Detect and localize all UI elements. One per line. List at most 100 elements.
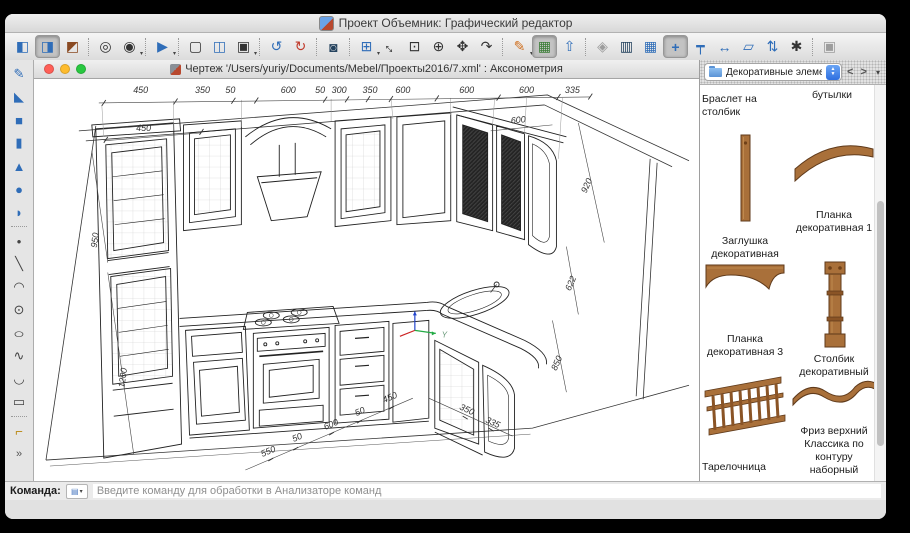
rectangle-icon[interactable]: ▭ bbox=[8, 391, 30, 413]
select-stepper-icon[interactable]: ▲▼ bbox=[826, 65, 840, 80]
camera-icon[interactable]: ◉▾ bbox=[118, 36, 141, 57]
viewport-icon[interactable]: ◙ bbox=[322, 36, 345, 57]
save-all-icon[interactable]: ▣ bbox=[818, 36, 841, 57]
library-item[interactable]: Планка декоративная 3 bbox=[702, 253, 788, 359]
orbit-icon[interactable]: ↷ bbox=[475, 36, 498, 57]
ellipse-icon[interactable]: ○ bbox=[8, 322, 30, 344]
cube-brown-icon[interactable]: ◩ bbox=[61, 36, 84, 57]
axis-gizmo: Y bbox=[400, 311, 448, 339]
undo-icon[interactable]: ↺ bbox=[265, 36, 288, 57]
hemisphere-icon[interactable]: ◗ bbox=[8, 201, 30, 223]
materials-icon[interactable]: ◈ bbox=[591, 36, 614, 57]
document-title: Чертеж '/Users/yuriy/Documents/Mebel/Про… bbox=[185, 63, 563, 75]
panel-menu-icon[interactable]: ▾ bbox=[876, 68, 882, 77]
select-tool-icon[interactable]: ▶▾ bbox=[151, 36, 174, 57]
sphere-icon[interactable]: ● bbox=[8, 178, 30, 200]
redo-icon[interactable]: ↻ bbox=[289, 36, 312, 57]
library-item-label: бутылки bbox=[812, 89, 852, 102]
category-select[interactable]: Декоративные элементы ▲▼ bbox=[704, 63, 842, 81]
library-item[interactable]: Планка декоративная 1 bbox=[790, 113, 878, 235]
spline-icon[interactable]: ∿ bbox=[8, 345, 30, 367]
svg-text:600: 600 bbox=[519, 85, 534, 95]
zoom-window-icon[interactable]: ⊡ bbox=[403, 36, 426, 57]
svg-text:622: 622 bbox=[563, 274, 578, 292]
svg-text:50: 50 bbox=[353, 405, 366, 418]
window-footer bbox=[5, 500, 886, 519]
panel-scrollbar[interactable] bbox=[874, 85, 886, 482]
cone-icon[interactable]: ▲ bbox=[8, 155, 30, 177]
category-select-label: Декоративные элементы bbox=[726, 67, 822, 78]
svg-text:Y: Y bbox=[442, 330, 448, 339]
save-document-icon[interactable]: ▣▾ bbox=[232, 36, 255, 57]
minimize-button[interactable] bbox=[60, 64, 70, 74]
drawing-canvas[interactable]: 450 350 50 600 50 300 350 600 600 600 33… bbox=[34, 79, 699, 482]
box-icon[interactable]: ■ bbox=[8, 109, 30, 131]
svg-text:600: 600 bbox=[395, 85, 410, 95]
left-toolbar: ✎ ◣ ■ ▮ ▲ ● ◗ • ╲ ◠ ⊙ ○ ∿ ◡ ▭ ⌐ » bbox=[5, 60, 34, 482]
settings-icon[interactable]: ✱ bbox=[785, 36, 808, 57]
svg-text:450: 450 bbox=[133, 85, 148, 95]
add-post-icon[interactable]: ┯ bbox=[689, 36, 712, 57]
library-item[interactable]: бутылки bbox=[792, 89, 872, 102]
zoom-extents-icon[interactable]: ↔ bbox=[379, 36, 402, 57]
app-icon bbox=[319, 16, 334, 31]
prev-category-button[interactable]: < bbox=[845, 66, 855, 78]
library-item[interactable]: Столбик декоративный bbox=[790, 253, 878, 379]
cube-outline-icon[interactable]: ◨ bbox=[35, 35, 60, 58]
circle-icon[interactable]: ⊙ bbox=[8, 299, 30, 321]
fillet-icon[interactable]: ⌐ bbox=[8, 420, 30, 442]
top-frieze-thumbnail bbox=[791, 373, 877, 411]
cap-post-thumbnail bbox=[703, 131, 787, 227]
solid-pencil-icon[interactable]: ✎ bbox=[8, 63, 30, 85]
app-window: Проект Объемник: Графический редактор ◧ … bbox=[5, 14, 886, 519]
decor-panel-toggle-icon[interactable]: ▦ bbox=[532, 35, 557, 58]
more-tools-icon[interactable]: » bbox=[8, 443, 30, 465]
command-history-icon[interactable]: ▤ ▾ bbox=[66, 484, 88, 499]
close-button[interactable] bbox=[44, 64, 54, 74]
svg-text:450: 450 bbox=[136, 123, 151, 133]
table-icon[interactable]: ▦ bbox=[639, 36, 662, 57]
scene-view-icon[interactable]: ▥ bbox=[615, 36, 638, 57]
main-titlebar[interactable]: Проект Объемник: Графический редактор bbox=[5, 14, 886, 33]
levels-icon[interactable]: ⇅ bbox=[761, 36, 784, 57]
import-model-icon[interactable]: ⇧ bbox=[558, 36, 581, 57]
line-icon[interactable]: ╲ bbox=[8, 253, 30, 275]
cube-blue-icon[interactable]: ◧ bbox=[11, 36, 34, 57]
copy-fragment-icon[interactable]: ▱ bbox=[737, 36, 760, 57]
decorative-strip-3-thumbnail bbox=[703, 259, 787, 305]
view-mode-icon[interactable]: ⊞▾ bbox=[355, 36, 378, 57]
zoom-in-icon[interactable]: ⊕ bbox=[427, 36, 450, 57]
paint-style-icon[interactable]: ✎▾ bbox=[508, 36, 531, 57]
svg-text:50: 50 bbox=[225, 85, 235, 95]
main-toolbar: ◧ ◨ ◩ ◎ ◉▾ ▶▾ ▢ ◫ ▣▾ ↺ ↻ ◙ ⊞▾ ↔ ⊡ ⊕ ✥ ↷ … bbox=[5, 33, 886, 61]
panel-header: Декоративные элементы ▲▼ < > ▾ bbox=[700, 60, 886, 85]
zoom-button[interactable] bbox=[76, 64, 86, 74]
width-tool-icon[interactable]: ↔ bbox=[713, 36, 736, 57]
panel-icon[interactable]: ▮ bbox=[8, 132, 30, 154]
kitchen-wireframe: 450 350 50 600 50 300 350 600 600 600 33… bbox=[34, 79, 699, 482]
svg-text:600: 600 bbox=[322, 417, 340, 432]
command-input[interactable] bbox=[93, 484, 881, 498]
add-element-icon[interactable]: + bbox=[663, 35, 688, 58]
dropdown-arrow-icon: ▾ bbox=[80, 488, 83, 495]
arc-3pt-icon[interactable]: ◡ bbox=[8, 368, 30, 390]
library-item[interactable]: Тарелочница bbox=[702, 373, 788, 474]
library-item[interactable]: Заглушка декоративная bbox=[702, 113, 788, 261]
wedge-icon[interactable]: ◣ bbox=[8, 86, 30, 108]
decorative-strip-1-thumbnail bbox=[791, 137, 877, 187]
library-item-label: Планка декоративная 1 bbox=[790, 209, 878, 235]
new-document-icon[interactable]: ▢ bbox=[184, 36, 207, 57]
next-category-button[interactable]: > bbox=[858, 66, 868, 78]
svg-text:600: 600 bbox=[281, 85, 296, 95]
arc-icon[interactable]: ◠ bbox=[8, 276, 30, 298]
scrollbar-thumb[interactable] bbox=[877, 201, 884, 446]
svg-text:950: 950 bbox=[89, 232, 101, 248]
open-document-icon[interactable]: ◫ bbox=[208, 36, 231, 57]
library-item[interactable]: Фриз верхний Классика по контуру наборны… bbox=[790, 373, 878, 478]
app-title: Проект Объемник: Графический редактор bbox=[339, 16, 573, 30]
render-photo-icon[interactable]: ◎ bbox=[94, 36, 117, 57]
pan-icon[interactable]: ✥ bbox=[451, 36, 474, 57]
dropdown-arrow-icon: ▾ bbox=[254, 50, 257, 57]
document-titlebar[interactable]: Чертеж '/Users/yuriy/Documents/Mebel/Про… bbox=[34, 60, 699, 79]
point-icon[interactable]: • bbox=[8, 230, 30, 252]
